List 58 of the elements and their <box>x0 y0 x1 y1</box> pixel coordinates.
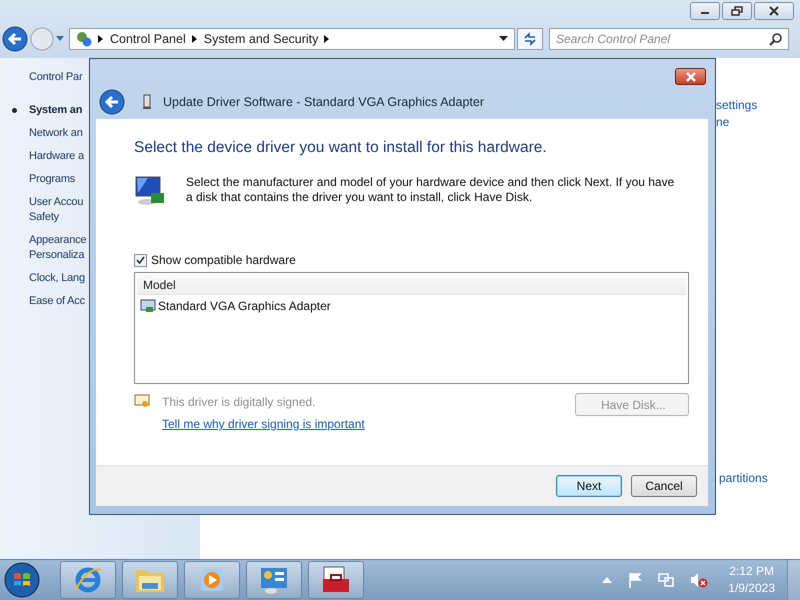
list-item[interactable]: Standard VGA Graphics Adapter <box>137 297 334 315</box>
muted-speaker-icon[interactable] <box>690 572 708 588</box>
close-icon <box>769 6 779 16</box>
dialog-heading: Select the device driver you want to install for this hardware. <box>134 139 548 157</box>
control-panel-icon <box>76 31 92 47</box>
sidebar-link[interactable]: Programs <box>29 172 76 187</box>
breadcrumb[interactable]: System and Security <box>204 32 318 46</box>
close-icon <box>684 72 696 82</box>
sidebar-link[interactable]: Network an <box>29 126 83 141</box>
restore-button[interactable] <box>722 2 752 20</box>
task-link[interactable]: ne <box>716 115 730 129</box>
sidebar-link[interactable]: Appearance Personaliza <box>29 233 86 263</box>
sidebar-link[interactable]: Control Par <box>29 70 82 85</box>
sidebar-link[interactable]: System an <box>29 103 82 118</box>
sidebar-link[interactable]: User Accou Safety <box>29 195 84 225</box>
certificate-icon <box>134 393 150 409</box>
refresh-icon <box>523 32 537 46</box>
column-header[interactable]: Model <box>137 275 686 295</box>
clock-date: 1/9/2023 <box>728 580 775 597</box>
help-link[interactable]: Tell me why driver signing is important <box>162 417 365 431</box>
network-icon[interactable] <box>658 572 674 588</box>
globe-e-icon <box>73 565 103 595</box>
checkbox[interactable] <box>134 254 147 266</box>
toolbox-icon <box>320 565 352 595</box>
task-link[interactable]: partitions <box>719 471 768 485</box>
selected-bullet-icon <box>12 108 17 113</box>
sidebar-link[interactable]: Clock, Lang <box>29 271 85 286</box>
task-link[interactable]: settings <box>716 98 758 112</box>
signed-status: This driver is digitally signed. <box>162 395 316 409</box>
start-button[interactable] <box>4 562 40 598</box>
computer-icon <box>134 175 166 207</box>
sidebar-link[interactable]: Hardware a <box>29 149 84 164</box>
breadcrumb[interactable]: Control Panel <box>110 32 186 46</box>
chevron-icon[interactable] <box>324 35 330 43</box>
search-icon[interactable] <box>769 33 782 46</box>
sidebar-link[interactable]: Ease of Acc <box>29 294 85 309</box>
refresh-button[interactable] <box>517 28 543 50</box>
display-adapter-icon <box>140 299 156 313</box>
control-panel-icon <box>258 565 290 595</box>
dropdown-icon[interactable] <box>499 36 508 42</box>
search-field[interactable]: Search Control Panel <box>549 28 789 50</box>
instruction-text: Select the manufacturer and model of your hardware device and then click Next. If you have a disk that contains the driver you want to install, click Have Disk. <box>186 175 676 206</box>
dialog-button[interactable]: Cancel <box>631 475 697 497</box>
close-button[interactable] <box>754 2 794 20</box>
back-button[interactable] <box>99 89 125 115</box>
minimize-button[interactable] <box>690 2 720 20</box>
dialog-title: Update Driver Software - Standard VGA Graphics Adapter <box>163 95 484 109</box>
address-bar[interactable]: Control Panel System and Security <box>69 28 515 50</box>
checkbox-label[interactable]: Show compatible hardware <box>151 253 296 267</box>
dialog-button[interactable]: Next <box>556 475 622 497</box>
chevron-icon[interactable] <box>192 35 198 43</box>
clock-time: 2:12 PM <box>729 563 774 580</box>
restore-icon <box>731 6 743 16</box>
close-button[interactable] <box>675 68 706 85</box>
back-button[interactable] <box>2 26 28 52</box>
taskbar-button[interactable] <box>308 561 364 599</box>
device-icon <box>143 94 151 110</box>
chevron-icon[interactable] <box>98 35 104 43</box>
